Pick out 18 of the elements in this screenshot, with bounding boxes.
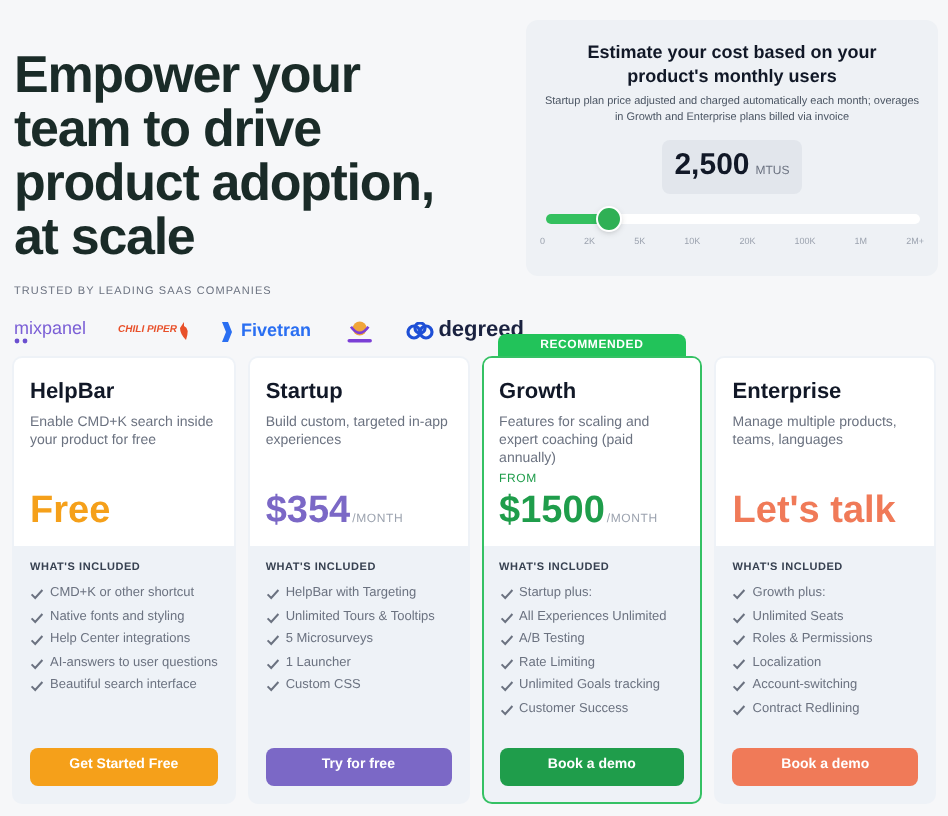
plan-name: Growth bbox=[499, 378, 579, 408]
plan-name: Startup bbox=[265, 378, 345, 408]
plan-price: Let's talk bbox=[732, 490, 896, 534]
links-icon bbox=[406, 322, 435, 340]
brand-logo: Fivetran bbox=[240, 317, 311, 344]
slider-thumb[interactable] bbox=[596, 205, 623, 231]
plan-price: $354 bbox=[265, 490, 351, 534]
pepper-icon bbox=[178, 322, 191, 340]
emblem-icon bbox=[343, 317, 375, 345]
brand-logo: mixpanel bbox=[14, 319, 87, 337]
user-count: 2,500 bbox=[674, 146, 750, 186]
estimator-title: Estimate your cost based on your product's monthly users bbox=[585, 40, 879, 88]
plan-price: Free bbox=[30, 490, 111, 534]
dots-icon bbox=[14, 337, 30, 343]
hero-headline: Empower your team to drive product adoption, at scale bbox=[14, 48, 436, 264]
plan-name: HelpBar bbox=[30, 378, 117, 408]
plan-name: Enterprise bbox=[732, 378, 844, 408]
plan-price: $1500 bbox=[499, 490, 605, 534]
